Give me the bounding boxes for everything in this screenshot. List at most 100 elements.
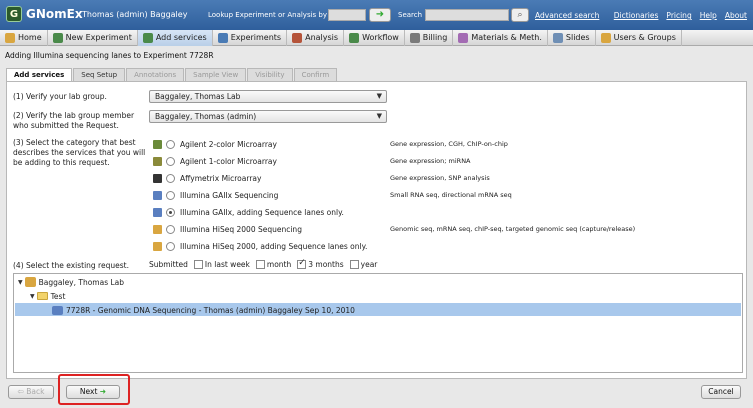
category-radio[interactable] — [166, 241, 175, 251]
member-label: (2) Verify the lab group member who subm… — [13, 111, 135, 130]
lab-group-select[interactable]: Baggaley, Thomas Lab ▼ — [149, 90, 387, 103]
three-months-checkbox[interactable] — [297, 258, 307, 269]
search-icon: ⌕ — [517, 10, 523, 20]
agilent-2color-icon — [153, 139, 162, 149]
category-option[interactable]: Illumina HiSeq 2000 Sequencing — [153, 223, 302, 235]
request-label: (4) Select the existing request. — [13, 261, 129, 270]
current-user: Thomas (admin) Baggaley — [82, 10, 188, 19]
submitted-label: Submitted — [149, 260, 188, 269]
category-label: (3) Select the category that best descri… — [13, 138, 146, 167]
category-radio[interactable] — [166, 207, 175, 217]
category-description: Small RNA seq, directional mRNA seq — [390, 191, 512, 199]
menu-item-label: Home — [18, 33, 42, 42]
category-option[interactable]: Illumina GAIIx, adding Sequence lanes on… — [153, 206, 344, 218]
dictionaries-link[interactable]: Dictionaries — [614, 11, 659, 20]
chart-icon — [292, 32, 303, 43]
arrow-right-icon: ➜ — [375, 9, 385, 20]
gnomex-logo-icon: G — [6, 6, 22, 22]
member-value: Baggaley, Thomas (admin) — [155, 112, 257, 121]
tree-node-folder[interactable]: ▼ Test — [30, 290, 65, 302]
arrow-left-icon: ⇦ — [17, 387, 27, 396]
category-radio[interactable] — [166, 224, 175, 234]
category-option[interactable]: Illumina HiSeq 2000, adding Sequence lan… — [153, 240, 367, 252]
menu-item-experiments[interactable]: Experiments — [213, 29, 288, 46]
pricing-link[interactable]: Pricing — [666, 11, 691, 20]
top-banner: G GNomEx Thomas (admin) Baggaley Lookup … — [0, 0, 753, 30]
category-description: Gene expression, CGH, ChIP-on-chip — [390, 140, 508, 148]
three-months-label: 3 months — [308, 260, 344, 269]
menu-item-label: Workflow — [362, 33, 399, 42]
category-label: Illumina GAIIx, adding Sequence lanes on… — [180, 207, 344, 217]
menu-item-label: Materials & Meth. — [471, 33, 542, 42]
dropdown-arrow-icon: ▼ — [376, 92, 382, 100]
menu-item-add-services[interactable]: Add services — [137, 29, 213, 46]
tree-node-lab[interactable]: ▼ Baggaley, Thomas Lab — [18, 276, 124, 288]
expand-triangle-icon[interactable]: ▼ — [18, 279, 23, 286]
tab-annotations[interactable]: Annotations — [126, 68, 185, 81]
advanced-search-link[interactable]: Advanced search — [535, 11, 599, 20]
last-week-checkbox[interactable] — [193, 260, 203, 269]
member-select[interactable]: Baggaley, Thomas (admin) ▼ — [149, 110, 387, 123]
tab-seq-setup[interactable]: Seq Setup — [73, 68, 126, 81]
last-week-label: In last week — [204, 260, 250, 269]
next-label: Next — [79, 387, 98, 396]
search-input[interactable] — [425, 9, 509, 21]
tab-visibility[interactable]: Visibility — [247, 68, 293, 81]
category-radio[interactable] — [166, 190, 175, 200]
category-option[interactable]: Agilent 1-color Microarray — [153, 155, 277, 167]
menu-item-home[interactable]: Home — [0, 29, 48, 46]
month-checkbox[interactable] — [255, 260, 265, 269]
next-button[interactable]: Next ➜ — [66, 385, 120, 399]
menu-item-workflow[interactable]: Workflow — [344, 29, 405, 46]
tree-request-label: 7728R - Genomic DNA Sequencing - Thomas … — [66, 305, 355, 315]
menu-item-label: Slides — [565, 33, 590, 42]
menu-item-slides[interactable]: Slides — [548, 29, 596, 46]
category-radio[interactable] — [166, 156, 175, 166]
menu-item-analysis[interactable]: Analysis — [287, 29, 345, 46]
slides-icon — [552, 32, 563, 43]
billing-icon — [409, 32, 420, 43]
category-radio[interactable] — [166, 173, 175, 183]
year-checkbox[interactable] — [349, 260, 359, 269]
main-menu: Home New Experiment Add services Experiment… — [0, 29, 753, 46]
menu-item-new-experiment[interactable]: New Experiment — [48, 29, 138, 46]
illumina-icon — [153, 207, 162, 217]
tree-node-request[interactable]: 7728R - Genomic DNA Sequencing - Thomas … — [52, 304, 355, 316]
menu-item-materials-meth[interactable]: Materials & Meth. — [453, 29, 548, 46]
category-label: Illumina HiSeq 2000, adding Sequence lan… — [180, 241, 368, 251]
category-description: Gene expression; miRNA — [390, 157, 471, 165]
illumina-icon — [52, 305, 63, 315]
back-button[interactable]: ⇦ Back — [8, 385, 54, 399]
menu-item-label: Users & Groups — [613, 33, 676, 42]
help-link[interactable]: Help — [700, 11, 717, 20]
affymetrix-icon — [153, 173, 162, 183]
search-button[interactable]: ⌕ — [511, 8, 529, 22]
category-option[interactable]: Agilent 2-color Microarray — [153, 138, 277, 150]
lookup-go-button[interactable]: ➜ — [369, 8, 391, 22]
request-tree: ▼ Baggaley, Thomas Lab ▼ Test 7728R - Ge… — [13, 273, 743, 373]
workflow-icon — [349, 32, 360, 43]
page-title: Adding Illumina sequencing lanes to Expe… — [5, 51, 214, 60]
category-label: Agilent 1-color Microarray — [180, 156, 277, 166]
category-description: Gene expression, SNP analysis — [390, 174, 490, 182]
category-label: Agilent 2-color Microarray — [180, 139, 277, 149]
menu-item-billing[interactable]: Billing — [405, 29, 454, 46]
month-label: month — [266, 260, 292, 269]
menu-item-users-groups[interactable]: Users & Groups — [596, 29, 682, 46]
tab-sample-view[interactable]: Sample View — [185, 68, 247, 81]
app-logo: G GNomEx — [6, 6, 83, 22]
tab-confirm[interactable]: Confirm — [293, 68, 338, 81]
category-label: Illumina HiSeq 2000 Sequencing — [180, 224, 302, 234]
agilent-1color-icon — [153, 156, 162, 166]
category-option[interactable]: Affymetrix Microarray — [153, 172, 261, 184]
expand-triangle-icon[interactable]: ▼ — [30, 293, 35, 300]
cancel-button[interactable]: Cancel — [701, 385, 741, 399]
menu-item-label: Billing — [422, 33, 448, 42]
lookup-input[interactable] — [328, 9, 366, 21]
tab-add-services[interactable]: Add services — [6, 68, 73, 81]
flask-icon — [217, 32, 228, 43]
add-services-panel: (1) Verify your lab group. Baggaley, Tho… — [6, 81, 747, 379]
about-link[interactable]: About — [725, 11, 747, 20]
category-radio[interactable] — [166, 139, 175, 149]
category-option[interactable]: Illumina GAIIx Sequencing — [153, 189, 278, 201]
